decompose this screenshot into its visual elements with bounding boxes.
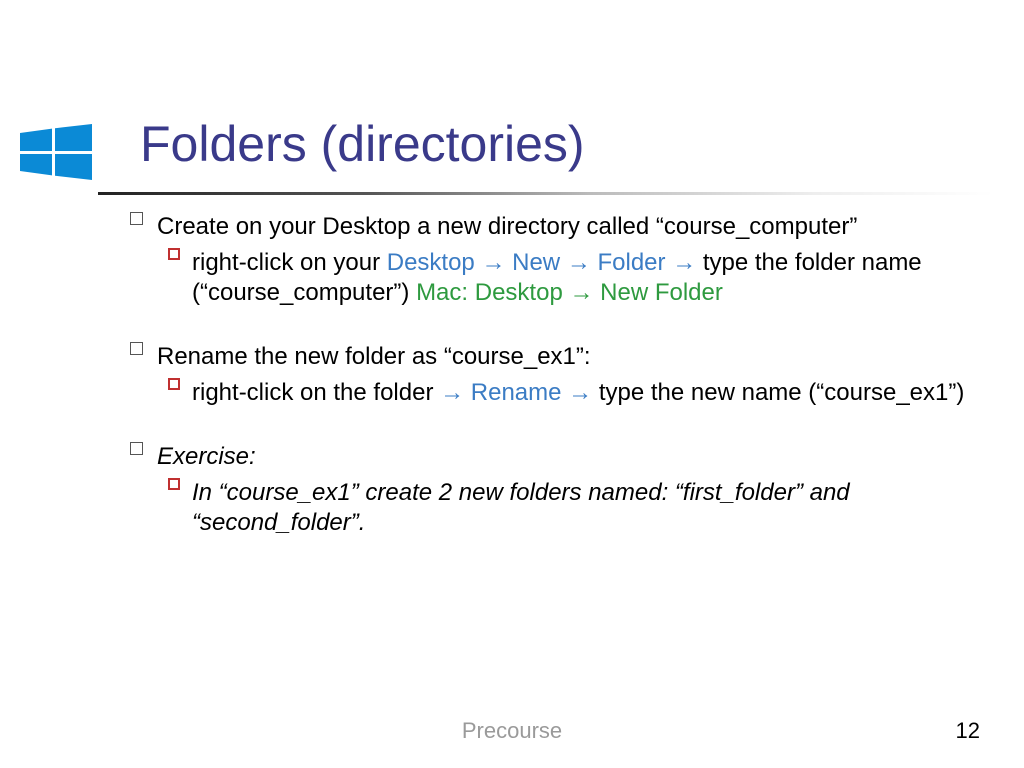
arrow-right-icon: → (481, 249, 505, 276)
arrow-right-icon: → (569, 279, 593, 306)
list-item: Exercise: In “course_ex1” create 2 new f… (130, 442, 994, 538)
bullet-red-icon (168, 378, 180, 390)
list-subitem-text: right-click on your Desktop → New → Fold… (192, 248, 994, 308)
arrow-right-icon: → (440, 379, 464, 406)
list-item: Rename the new folder as “course_ex1”: r… (130, 342, 994, 408)
bullet-outline-icon (130, 212, 143, 225)
slide-body: Create on your Desktop a new directory c… (130, 212, 994, 572)
list-subitem: right-click on the folder → Rename → typ… (168, 378, 994, 408)
list-subitem: right-click on your Desktop → New → Fold… (168, 248, 994, 308)
list-item-text: Exercise: (157, 442, 994, 472)
page-number: 12 (956, 718, 980, 744)
arrow-right-icon: → (672, 249, 696, 276)
bullet-outline-icon (130, 342, 143, 355)
windows-logo-icon (20, 124, 92, 185)
list-subitem: In “course_ex1” create 2 new folders nam… (168, 478, 994, 538)
list-subitem-text: In “course_ex1” create 2 new folders nam… (192, 478, 994, 538)
list-item: Create on your Desktop a new directory c… (130, 212, 994, 308)
list-item-text: Create on your Desktop a new directory c… (157, 212, 994, 242)
title-underline (98, 192, 994, 195)
arrow-right-icon: → (568, 379, 592, 406)
footer-label: Precourse (0, 718, 1024, 744)
bullet-red-icon (168, 478, 180, 490)
slide-title: Folders (directories) (140, 118, 994, 171)
slide: Folders (directories) Create on your Des… (0, 0, 1024, 768)
list-subitem-text: right-click on the folder → Rename → typ… (192, 378, 994, 408)
slide-header: Folders (directories) (20, 118, 994, 171)
arrow-right-icon: → (567, 249, 591, 276)
bullet-red-icon (168, 248, 180, 260)
list-item-text: Rename the new folder as “course_ex1”: (157, 342, 994, 372)
bullet-outline-icon (130, 442, 143, 455)
